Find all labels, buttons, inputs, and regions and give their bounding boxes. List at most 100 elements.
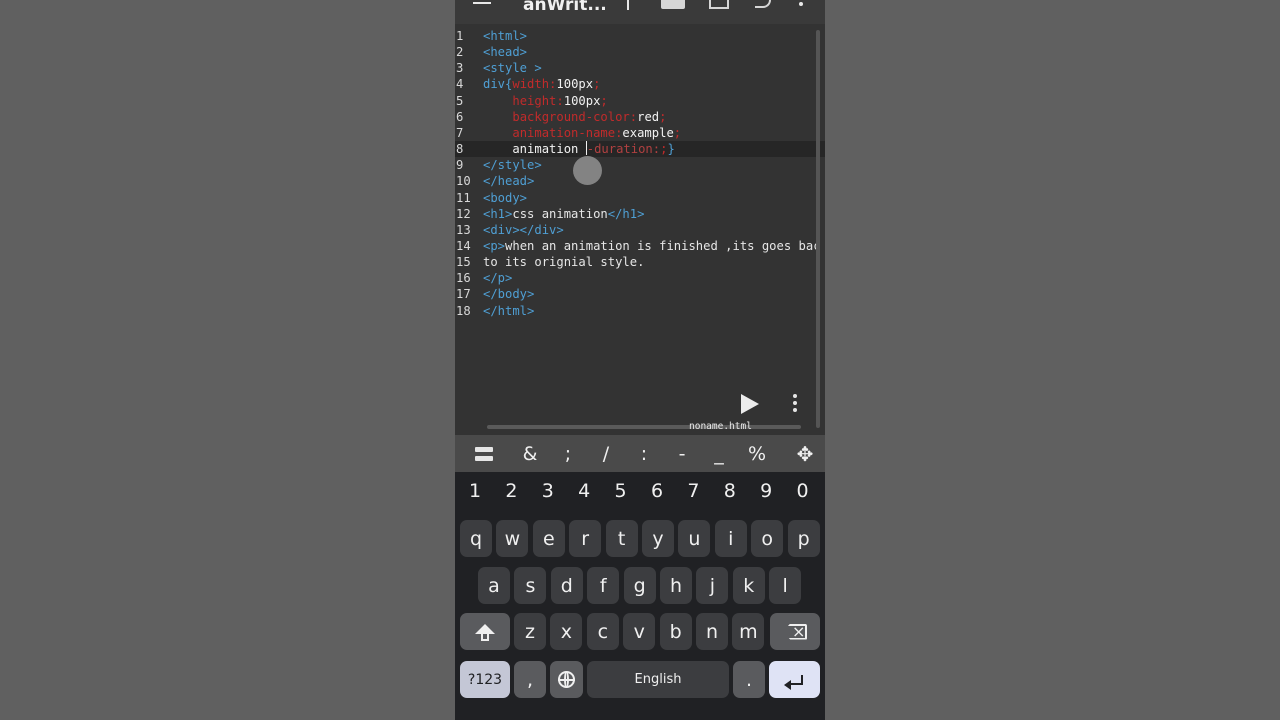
number-key[interactable]: 9 <box>748 480 784 508</box>
vertical-scrollbar[interactable] <box>816 30 820 428</box>
letter-key-m[interactable]: m <box>732 613 765 650</box>
code-line[interactable]: 16 </p> <box>455 270 825 286</box>
letter-key-e[interactable]: e <box>532 520 565 557</box>
letter-key-d[interactable]: d <box>550 567 583 604</box>
number-key[interactable]: 1 <box>457 480 493 508</box>
code-text[interactable]: </html> <box>483 303 534 319</box>
letter-key-u[interactable]: u <box>678 520 711 557</box>
letter-key-l[interactable]: l <box>769 567 802 604</box>
code-line[interactable]: 17 </body> <box>455 286 825 302</box>
code-text[interactable]: <p>when an animation is finished ,its go… <box>483 238 821 254</box>
code-line[interactable]: 10 </head> <box>455 173 825 189</box>
code-line[interactable]: 2 <head> <box>455 44 825 60</box>
number-key[interactable]: 7 <box>675 480 711 508</box>
code-text[interactable]: to its orignial style. <box>483 254 644 270</box>
letter-key-k[interactable]: k <box>732 567 765 604</box>
period-key[interactable]: . <box>733 661 765 698</box>
code-text[interactable]: <h1>css animation</h1> <box>483 206 644 222</box>
letter-key-n[interactable]: n <box>696 613 728 650</box>
code-line[interactable]: 8 animation -duration:;} <box>455 141 825 158</box>
letter-key-b[interactable]: b <box>659 613 692 650</box>
code-text[interactable]: <style > <box>483 60 542 76</box>
list-icon[interactable] <box>466 435 502 472</box>
code-text[interactable]: animation-name:example; <box>483 125 681 141</box>
code-line[interactable]: 6 background-color:red; <box>455 109 825 125</box>
symbol-key[interactable]: % <box>739 435 775 472</box>
more-vert-icon[interactable] <box>791 394 799 416</box>
code-editor[interactable]: 1 <html> 2 <head> 3 <style >4 div{width:100px;… <box>455 24 825 435</box>
number-key[interactable]: 8 <box>712 480 748 508</box>
move-arrows-icon[interactable]: ✥ <box>787 435 823 472</box>
code-text[interactable]: </style> <box>483 157 542 173</box>
code-text[interactable]: </head> <box>483 173 534 189</box>
code-text[interactable]: div{width:100px; <box>483 76 600 92</box>
undo-icon[interactable] <box>755 0 771 8</box>
code-line[interactable]: 4 div{width:100px; <box>455 76 825 92</box>
letter-key-j[interactable]: j <box>696 567 729 604</box>
code-line[interactable]: 1 <html> <box>455 28 825 44</box>
horizontal-scrollbar[interactable] <box>487 425 801 429</box>
code-line[interactable]: 12 <h1>css animation</h1> <box>455 206 825 222</box>
letter-key-w[interactable]: w <box>496 520 529 557</box>
number-key[interactable]: 3 <box>530 480 566 508</box>
backspace-key[interactable] <box>770 613 820 650</box>
symbol-key[interactable]: - <box>664 435 700 472</box>
symbol-key[interactable]: _ <box>701 435 737 472</box>
hamburger-icon[interactable] <box>473 0 491 16</box>
overflow-menu-icon[interactable] <box>799 2 803 6</box>
symbols-mode-key[interactable]: ?123 <box>460 661 510 698</box>
letter-key-h[interactable]: h <box>660 567 692 604</box>
code-text[interactable]: <html> <box>483 28 527 44</box>
letter-key-z[interactable]: z <box>514 613 546 650</box>
number-key[interactable]: 5 <box>603 480 639 508</box>
letter-key-y[interactable]: y <box>642 520 674 557</box>
text-cursor-icon[interactable] <box>627 0 629 10</box>
letter-key-c[interactable]: c <box>586 613 619 650</box>
symbol-key[interactable]: : <box>626 435 662 472</box>
letter-key-o[interactable]: o <box>751 520 784 557</box>
letter-key-f[interactable]: f <box>587 567 620 604</box>
code-line[interactable]: 11 <body> <box>455 190 825 206</box>
letter-key-s[interactable]: s <box>514 567 547 604</box>
code-line[interactable]: 5 height:100px; <box>455 93 825 109</box>
code-text[interactable]: </p> <box>483 270 512 286</box>
save-icon[interactable] <box>709 0 729 9</box>
folder-icon[interactable] <box>661 0 685 9</box>
comma-key[interactable]: , <box>514 661 546 698</box>
number-key[interactable]: 4 <box>566 480 602 508</box>
letter-key-v[interactable]: v <box>623 613 656 650</box>
code-line[interactable]: 3 <style > <box>455 60 825 76</box>
symbol-key[interactable]: / <box>588 435 624 472</box>
play-icon[interactable] <box>739 392 761 416</box>
letter-key-q[interactable]: q <box>460 520 492 557</box>
symbol-key[interactable]: & <box>512 435 548 472</box>
letter-key-r[interactable]: r <box>569 520 602 557</box>
shift-key[interactable] <box>460 613 510 650</box>
code-text[interactable]: </body> <box>483 286 534 302</box>
letter-key-i[interactable]: i <box>714 520 747 557</box>
code-text[interactable]: animation -duration:;} <box>483 141 675 157</box>
code-line[interactable]: 7 animation-name:example; <box>455 125 825 141</box>
language-key[interactable] <box>550 661 583 698</box>
code-text[interactable]: <head> <box>483 44 527 60</box>
letter-key-p[interactable]: p <box>787 520 820 557</box>
code-line[interactable]: 14 <p>when an animation is finished ,its … <box>455 238 825 254</box>
letter-key-a[interactable]: a <box>478 567 510 604</box>
code-line[interactable]: 18 </html> <box>455 303 825 319</box>
symbol-key[interactable]: ; <box>550 435 586 472</box>
number-key[interactable]: 6 <box>639 480 675 508</box>
space-bar[interactable]: English <box>587 661 729 698</box>
letter-key-g[interactable]: g <box>623 567 656 604</box>
code-text[interactable]: <div></div> <box>483 222 564 238</box>
letter-key-x[interactable]: x <box>550 613 583 650</box>
code-text[interactable]: <body> <box>483 190 527 206</box>
code-text[interactable]: height:100px; <box>483 93 607 109</box>
code-line[interactable]: 9 </style> <box>455 157 825 173</box>
number-key[interactable]: 2 <box>493 480 529 508</box>
enter-key[interactable] <box>769 661 820 698</box>
number-key[interactable]: 0 <box>785 480 821 508</box>
code-line[interactable]: 13 <div></div> <box>455 222 825 238</box>
code-line[interactable]: 15 to its orignial style. <box>455 254 825 270</box>
code-text[interactable]: background-color:red; <box>483 109 666 125</box>
letter-key-t[interactable]: t <box>605 520 638 557</box>
